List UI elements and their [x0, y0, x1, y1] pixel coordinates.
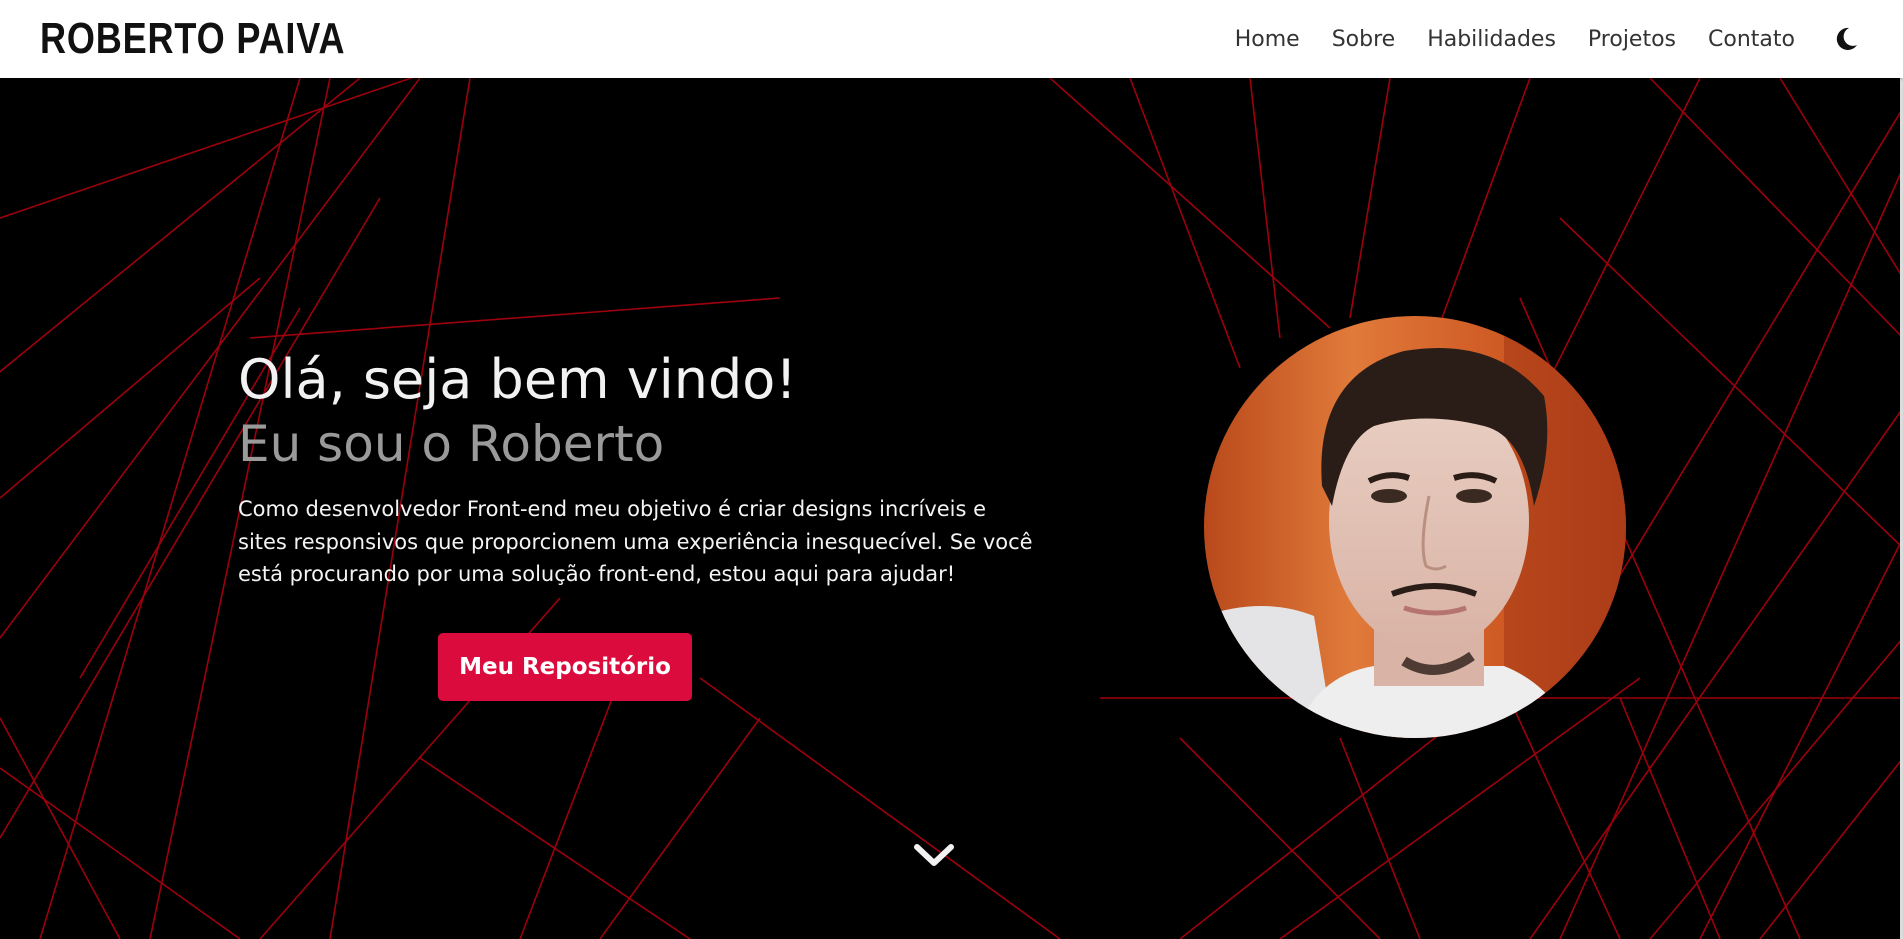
avatar — [1204, 316, 1626, 738]
navbar: ROBERTO PAIVA Home Sobre Habilidades Pro… — [0, 0, 1903, 78]
nav-item-habilidades[interactable]: Habilidades — [1427, 27, 1556, 52]
nav-item-sobre[interactable]: Sobre — [1332, 27, 1396, 52]
repository-button[interactable]: Meu Repositório — [438, 633, 692, 701]
hero-text-block: Olá, seja bem vindo! Eu sou o Roberto Co… — [238, 348, 1038, 591]
hero-description: Como desenvolvedor Front-end meu objetiv… — [238, 497, 1033, 587]
hero-section: Olá, seja bem vindo! Eu sou o Roberto Co… — [0, 78, 1903, 939]
profile-photo — [1204, 316, 1626, 738]
hero-title: Olá, seja bem vindo! — [238, 348, 797, 411]
moon-icon — [1836, 27, 1857, 50]
hero-subtitle: Eu sou o Roberto — [238, 414, 665, 473]
nav-item-contato[interactable]: Contato — [1708, 27, 1795, 52]
nav-item-home[interactable]: Home — [1235, 27, 1300, 52]
scroll-down-button[interactable] — [912, 841, 956, 871]
theme-toggle-button[interactable] — [1829, 22, 1863, 56]
brand-logo[interactable]: ROBERTO PAIVA — [40, 17, 345, 61]
nav-item-projetos[interactable]: Projetos — [1588, 27, 1676, 52]
chevron-down-icon — [914, 844, 954, 866]
nav-menu: Home Sobre Habilidades Projetos Contato — [1203, 0, 1863, 78]
